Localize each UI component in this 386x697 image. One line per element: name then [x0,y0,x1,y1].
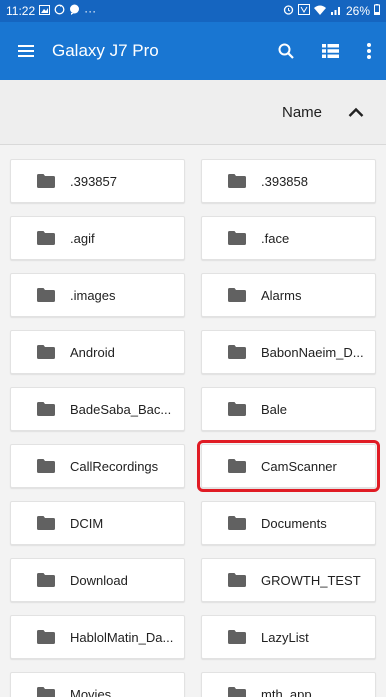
folder-icon [37,345,55,359]
folder-item[interactable]: BadeSaba_Bac... [10,387,185,431]
folder-item[interactable]: GROWTH_TEST [201,558,376,602]
folder-icon [228,687,246,697]
more-vert-icon [367,43,371,59]
folder-icon [37,288,55,302]
folder-item[interactable]: HablolMatin_Da... [10,615,185,659]
sort-label[interactable]: Name [282,104,322,121]
chat-icon [69,4,80,18]
battery-percent: 26% [345,4,370,18]
list-view-button[interactable] [308,22,352,80]
folder-label: Bale [261,401,288,417]
folder-item[interactable]: DCIM [10,501,185,545]
menu-button[interactable] [0,22,52,80]
folder-grid: .393857 .393858 .agif .face .images Alarms And… [0,145,386,697]
image-icon [39,4,51,18]
hamburger-icon [18,45,34,57]
folder-icon [37,231,55,245]
folder-label: CamScanner [261,458,337,474]
folder-label: .images [70,287,116,303]
status-left: 11:22 ··· [6,4,96,18]
folder-icon [228,288,246,302]
folder-icon [228,630,246,644]
sync-icon [54,4,65,18]
app-bar: Galaxy J7 Pro [0,22,386,80]
folder-item[interactable]: .images [10,273,185,317]
folder-item[interactable]: BabonNaeim_D... [201,330,376,374]
status-right: 26% [283,4,380,18]
folder-item[interactable]: Android [10,330,185,374]
wifi-icon [313,4,326,18]
sort-direction-button[interactable] [344,100,368,124]
folder-item[interactable]: .393857 [10,159,185,203]
folder-icon [228,231,246,245]
search-icon [278,43,294,59]
status-more: ··· [84,4,97,18]
folder-label: BadeSaba_Bac... [70,401,172,417]
folder-label: LazyList [261,629,309,645]
folder-item[interactable]: mth_app [201,672,376,697]
folder-item[interactable]: Download [10,558,185,602]
folder-item[interactable]: .393858 [201,159,376,203]
folder-icon [37,687,55,697]
alarm-icon [283,4,294,18]
folder-label: HablolMatin_Da... [70,629,174,645]
folder-label: Alarms [261,287,302,303]
folder-item[interactable]: CallRecordings [10,444,185,488]
folder-icon [228,459,246,473]
folder-label: Download [70,572,128,588]
folder-label: DCIM [70,515,104,531]
folder-item[interactable]: Documents [201,501,376,545]
folder-item[interactable]: CamScanner [197,440,380,492]
overflow-menu-button[interactable] [352,22,386,80]
folder-icon [228,402,246,416]
folder-label: .393857 [70,173,117,189]
folder-label: BabonNaeim_D... [261,344,364,360]
sort-bar: Name [0,80,386,145]
battery-icon [374,4,380,18]
folder-item[interactable]: .face [201,216,376,260]
folder-label: .393858 [261,173,308,189]
folder-icon [228,345,246,359]
folder-label: GROWTH_TEST [261,572,361,588]
folder-label: .agif [70,230,95,246]
folder-icon [37,516,55,530]
folder-icon [37,402,55,416]
folder-item[interactable]: Movies [10,672,185,697]
folder-icon [37,174,55,188]
folder-item[interactable]: .agif [10,216,185,260]
folder-icon [228,516,246,530]
folder-label: .face [261,230,290,246]
folder-icon [37,459,55,473]
list-view-icon [321,44,339,58]
app-title: Galaxy J7 Pro [52,41,159,60]
folder-label: Movies [70,686,112,697]
folder-icon [228,573,246,587]
chevron-up-icon [348,107,364,117]
folder-item[interactable]: LazyList [201,615,376,659]
folder-label: CallRecordings [70,458,159,474]
folder-label: Documents [261,515,327,531]
status-bar: 11:22 ··· 26% [0,0,386,22]
status-time: 11:22 [6,4,36,18]
volte-icon [297,4,310,18]
folder-label: Android [70,344,115,360]
folder-item[interactable]: Bale [201,387,376,431]
folder-label: mth_app [261,686,312,697]
folder-icon [228,174,246,188]
search-button[interactable] [264,22,308,80]
folder-icon [37,573,55,587]
signal-icon [330,4,342,18]
folder-item[interactable]: Alarms [201,273,376,317]
folder-icon [37,630,55,644]
